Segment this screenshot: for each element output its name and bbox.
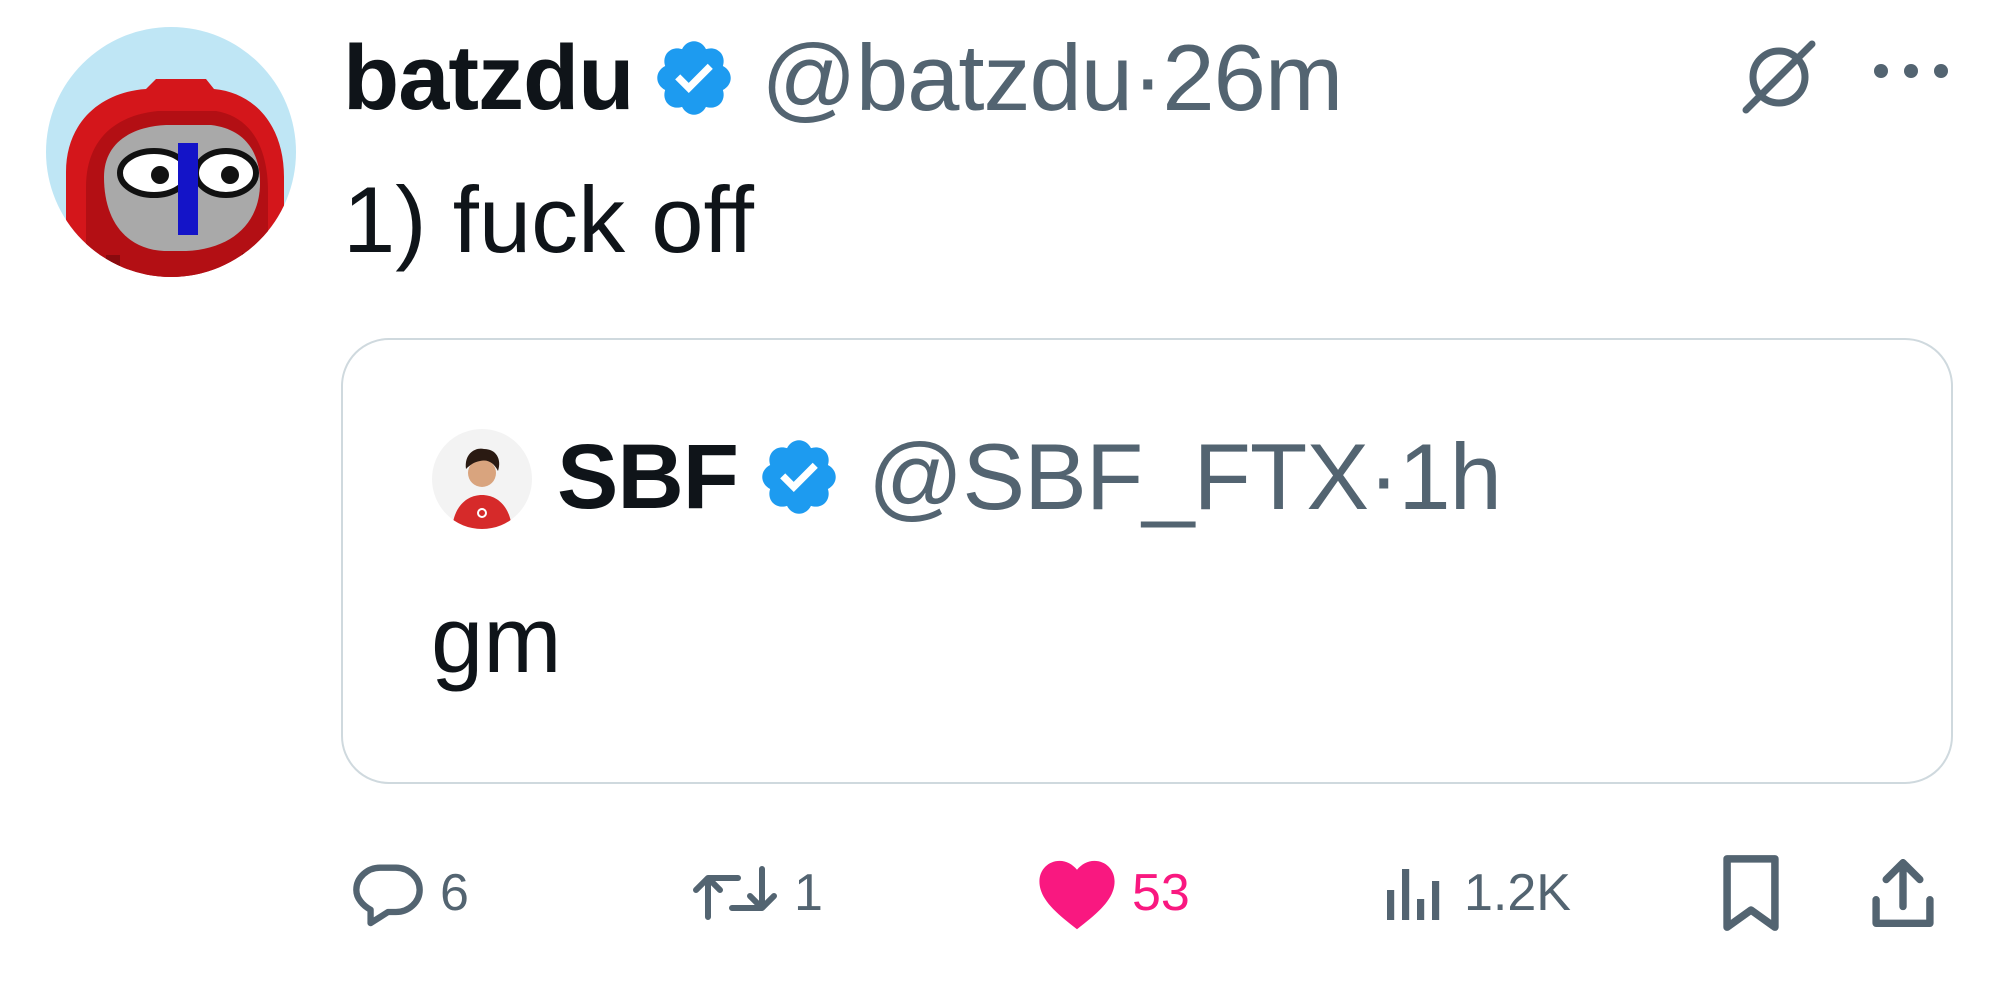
like-count: 53	[1132, 864, 1190, 922]
quoted-author-handle[interactable]: @SBF_FTX	[868, 423, 1369, 531]
views-button[interactable]: 1.2K	[1378, 848, 1571, 938]
share-button[interactable]	[1866, 848, 1940, 938]
quoted-author-name[interactable]: SBF	[557, 425, 739, 530]
more-dots-icon[interactable]	[1866, 56, 1956, 86]
verified-badge-icon[interactable]	[651, 35, 737, 121]
author-avatar[interactable]	[46, 27, 296, 277]
grok-icon[interactable]	[1738, 36, 1820, 118]
tweet-timestamp[interactable]: 26m	[1162, 24, 1343, 132]
views-count: 1.2K	[1464, 864, 1571, 922]
reply-button[interactable]: 6	[350, 848, 469, 938]
tweet-header: batzdu @batzdu · 26m	[343, 18, 1343, 138]
bookmark-icon	[1716, 852, 1786, 934]
verified-badge-icon[interactable]	[756, 434, 842, 520]
reply-count: 6	[440, 864, 469, 922]
author-handle[interactable]: @batzdu	[761, 24, 1133, 132]
separator-dot: ·	[1368, 424, 1399, 529]
quoted-tweet-card[interactable]: SBF @SBF_FTX · 1h gm	[341, 338, 1953, 784]
views-bar-chart-icon	[1378, 855, 1450, 931]
tweet-text: 1) fuck off	[343, 167, 755, 272]
quoted-tweet-timestamp[interactable]: 1h	[1398, 423, 1502, 531]
repost-button[interactable]: 1	[690, 848, 823, 938]
repost-icon	[690, 855, 780, 931]
quoted-tweet-header: SBF @SBF_FTX · 1h	[557, 412, 1502, 542]
author-name[interactable]: batzdu	[343, 26, 634, 131]
reply-icon	[350, 855, 426, 931]
like-button[interactable]: 53	[1036, 848, 1190, 938]
heart-icon	[1036, 855, 1118, 931]
share-icon	[1866, 852, 1940, 934]
quoted-tweet-text: gm	[431, 587, 562, 692]
tweet-container: batzdu @batzdu · 26m 1) fuck off SBF @SB…	[0, 0, 2000, 1000]
separator-dot: ·	[1132, 25, 1163, 130]
repost-count: 1	[794, 864, 823, 922]
quoted-author-avatar[interactable]	[432, 429, 532, 529]
bookmark-button[interactable]	[1716, 848, 1786, 938]
